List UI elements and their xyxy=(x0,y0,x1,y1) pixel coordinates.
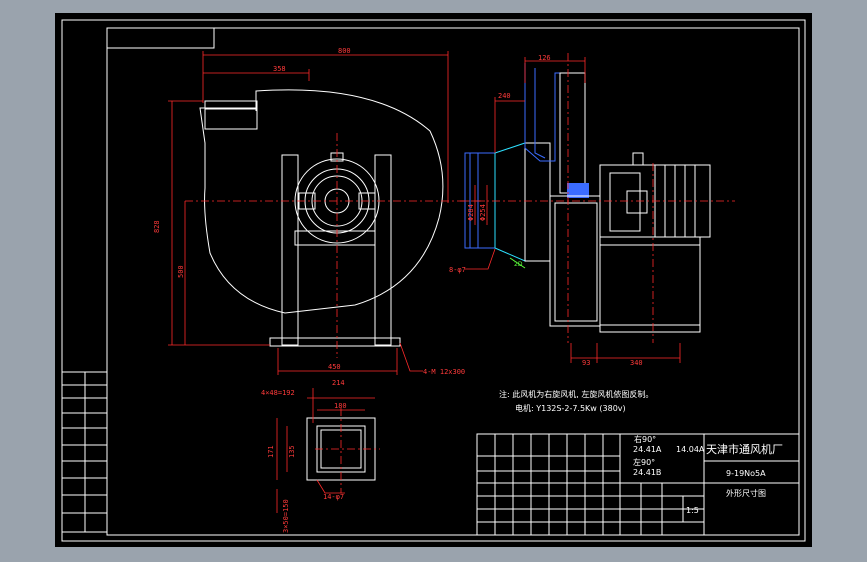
side-dimensions: 126 240 Φ284 Φ254 8-φ7 2D 93 340 xyxy=(449,54,643,367)
side-base xyxy=(599,236,701,333)
left-margin-table xyxy=(61,371,108,533)
pedestal-right xyxy=(374,154,392,346)
inlet-cone xyxy=(494,142,526,262)
dim-flange-outer: Φ284 xyxy=(467,204,475,221)
dim-total-height: 828 xyxy=(153,220,161,233)
dim-bolt-holes: 4-M 12x300 xyxy=(423,368,465,376)
drawing-name: 外形尺寸图 xyxy=(726,488,766,498)
dim-outlet-width: 126 xyxy=(538,54,551,62)
company-name: 天津市通风机厂 xyxy=(706,442,783,456)
left-code: 24.41B xyxy=(633,468,661,477)
volute-casing xyxy=(199,89,444,314)
cad-viewport[interactable]: 800 358 828 500 450 4-M 12x300 126 240 Φ… xyxy=(55,13,812,547)
dim-base-width: 450 xyxy=(328,363,341,371)
dim-inlet-depth: 240 xyxy=(498,92,511,100)
note-line-1: 注: 此风机为右旋风机, 左旋风机依图反制。 xyxy=(499,389,653,399)
scale-value: 1:5 xyxy=(686,506,699,515)
outlet-dimensions: 4×48=192 214 180 171 135 14-φ7 3×50=150 xyxy=(261,379,347,533)
note-line-2: 电机: Y132S-2-7.5Kw (380v) xyxy=(515,403,626,413)
dim-inlet-width: 358 xyxy=(273,65,286,73)
dim-inner-width: 180 xyxy=(334,402,347,410)
top-left-tag-box xyxy=(106,27,215,49)
dim-flange-bolts: 8-φ7 xyxy=(449,266,466,274)
dim-flange-pitch: 4×48=192 xyxy=(261,389,295,397)
front-view xyxy=(168,51,485,375)
dim-height-outer: 171 xyxy=(267,445,275,458)
weight-value: 14.04A xyxy=(676,445,705,454)
front-dimensions: 800 358 828 500 450 4-M 12x300 xyxy=(153,47,465,376)
drawing-canvas: 800 358 828 500 450 4-M 12x300 126 240 Φ… xyxy=(61,19,806,542)
small-tag: 2D xyxy=(514,261,523,268)
casing-side xyxy=(549,195,601,327)
drawing-border xyxy=(106,27,800,536)
dim-motor-length: 340 xyxy=(630,359,643,367)
outer-frame xyxy=(61,19,806,542)
dim-bolts: 14-φ7 xyxy=(323,493,344,501)
dim-bottom-pitch: 3×50=150 xyxy=(282,499,290,533)
dim-height-inner: 135 xyxy=(288,445,296,458)
outlet-duct xyxy=(524,63,586,162)
left-angle: 左90° xyxy=(633,457,655,467)
dim-top-width: 800 xyxy=(338,47,351,55)
right-code: 24.41A xyxy=(633,445,662,454)
dim-shaft-height: 500 xyxy=(177,265,185,278)
title-block-text: 右90° 24.41A 14.04A 左90° 24.41B 天津市通风机厂 9… xyxy=(633,434,783,515)
dim-flange-inner: Φ254 xyxy=(479,204,487,221)
dim-motor-offset: 93 xyxy=(582,359,590,367)
dim-flange-outer-width: 214 xyxy=(332,379,345,387)
model-number: 9-19No5A xyxy=(726,469,766,478)
pedestal-left xyxy=(281,154,299,346)
right-angle: 右90° xyxy=(634,434,656,444)
